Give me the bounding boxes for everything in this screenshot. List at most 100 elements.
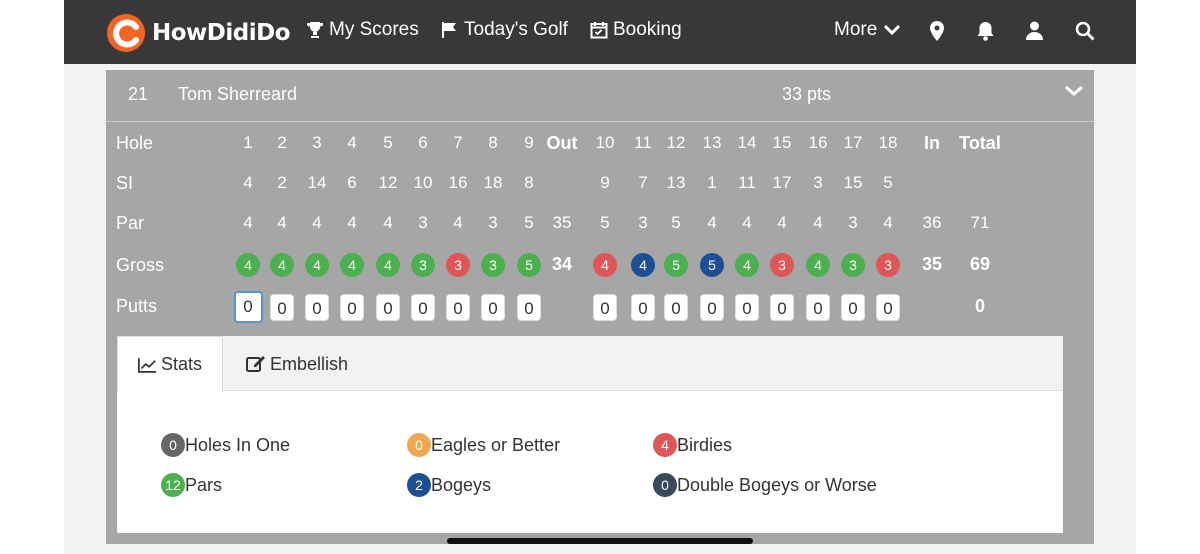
putts-input[interactable]: 0 [770, 293, 794, 321]
gross-score: 4 [305, 253, 329, 277]
hole-number: 11 [634, 133, 652, 152]
hole-number: 1 [243, 133, 253, 152]
hole-number: 3 [312, 133, 322, 152]
bell-icon[interactable] [976, 21, 995, 41]
hole-number: 15 [772, 133, 792, 152]
hole-number: 12 [666, 133, 686, 152]
flag-icon [442, 22, 456, 38]
stroke-index: 2 [277, 173, 287, 192]
nav-my-scores[interactable]: My Scores [306, 19, 419, 41]
putts-input[interactable]: 0 [806, 293, 830, 321]
hole-number: 9 [524, 133, 534, 152]
putts-input[interactable]: 0 [270, 293, 294, 321]
gross-score: 5 [664, 253, 688, 277]
putts-input[interactable]: 0 [305, 293, 329, 321]
gross-total: 34 [551, 254, 573, 274]
gross-score: 4 [270, 253, 294, 277]
logo[interactable]: HowDidiDo [106, 13, 291, 53]
par-value: 71 [970, 213, 990, 232]
chevron-down-icon[interactable] [1064, 84, 1084, 98]
user-icon[interactable] [1026, 21, 1043, 41]
search-icon[interactable] [1075, 21, 1095, 41]
hole-number: 14 [737, 133, 757, 152]
logo-icon [107, 14, 145, 52]
putts-input[interactable]: 0 [376, 293, 400, 321]
putts-input[interactable]: 0 [446, 293, 470, 321]
putts-input[interactable]: 0 [481, 293, 505, 321]
nav-todays-golf-label: Today's Golf [464, 19, 568, 40]
scorecard-card: 21 Tom Sherreard 33 pts Hole SI Par Gros… [106, 70, 1094, 544]
par-value: 4 [383, 213, 393, 232]
player-points: 33 pts [782, 84, 832, 104]
putts-input[interactable]: 0 [631, 293, 655, 321]
hole-number: 10 [595, 133, 615, 152]
putts-input[interactable]: 0 [411, 293, 435, 321]
gross-score: 4 [236, 253, 260, 277]
player-header[interactable]: 21 Tom Sherreard 33 pts [106, 70, 1094, 120]
putts-input[interactable]: 0 [593, 293, 617, 321]
hole-number: Out [546, 133, 578, 153]
player-name: Tom Sherreard [178, 84, 298, 104]
stroke-index: 18 [483, 173, 503, 192]
putts-input[interactable]: 0 [700, 293, 724, 321]
putts-input[interactable]: 0 [664, 293, 688, 321]
row-label-si: SI [116, 173, 134, 193]
stroke-index: 1 [707, 173, 717, 192]
tab-stats[interactable]: Stats [117, 336, 223, 392]
par-value: 5 [671, 213, 681, 232]
stat-eagles: 0 Eagles or Better [407, 433, 560, 457]
row-label-hole: Hole [116, 133, 154, 153]
hole-number: 4 [347, 133, 357, 152]
par-value: 4 [277, 213, 287, 232]
stroke-index: 3 [813, 173, 823, 192]
putts-input[interactable]: 0 [841, 293, 865, 321]
calendar-icon [590, 22, 608, 39]
gross-score: 3 [876, 253, 900, 277]
stroke-index: 15 [843, 173, 863, 192]
putts-input[interactable]: 0 [876, 293, 900, 321]
putts-input[interactable]: 0 [517, 293, 541, 321]
par-value: 36 [922, 213, 942, 232]
tab-stats-label: Stats [160, 354, 202, 374]
stroke-index: 11 [738, 173, 756, 192]
par-value: 4 [883, 213, 893, 232]
stroke-index: 5 [883, 173, 893, 192]
gross-score: 3 [411, 253, 435, 277]
hole-number: 17 [843, 133, 863, 152]
hole-number: 16 [808, 133, 828, 152]
gross-score: 3 [446, 253, 470, 277]
nav-more-label: More [834, 19, 878, 40]
tab-embellish-label: Embellish [270, 353, 349, 374]
location-pin-icon[interactable] [930, 21, 944, 41]
stroke-index: 12 [378, 173, 398, 192]
stat-badge: 12 [161, 473, 185, 497]
stat-badge: 2 [407, 473, 431, 497]
nav-more[interactable]: More [834, 19, 906, 41]
stat-badge: 0 [407, 433, 431, 457]
nav-booking[interactable]: Booking [590, 19, 682, 41]
stroke-index: 16 [448, 173, 468, 192]
gross-score: 3 [770, 253, 794, 277]
putts-input[interactable]: 0 [735, 293, 759, 321]
par-value: 4 [707, 213, 717, 232]
tab-embellish[interactable]: Embellish [226, 336, 368, 392]
stroke-index: 8 [524, 173, 534, 192]
hole-number: 6 [418, 133, 428, 152]
gross-score: 3 [481, 253, 505, 277]
nav-my-scores-label: My Scores [329, 19, 419, 40]
stat-badge: 4 [653, 433, 677, 457]
stroke-index: 7 [638, 173, 648, 192]
par-value: 4 [312, 213, 322, 232]
par-value: 4 [347, 213, 357, 232]
stroke-index: 9 [600, 173, 610, 192]
putts-input[interactable]: 0 [233, 291, 263, 323]
nav-todays-golf[interactable]: Today's Golf [441, 19, 568, 41]
par-value: 5 [524, 213, 534, 232]
home-indicator [447, 538, 753, 544]
putts-input[interactable]: 0 [340, 293, 364, 321]
hole-number: 7 [453, 133, 463, 152]
stat-double-bogeys: 0 Double Bogeys or Worse [653, 473, 877, 497]
par-value: 4 [742, 213, 752, 232]
stat-label: Holes In One [185, 434, 291, 455]
stat-label: Pars [185, 474, 223, 495]
